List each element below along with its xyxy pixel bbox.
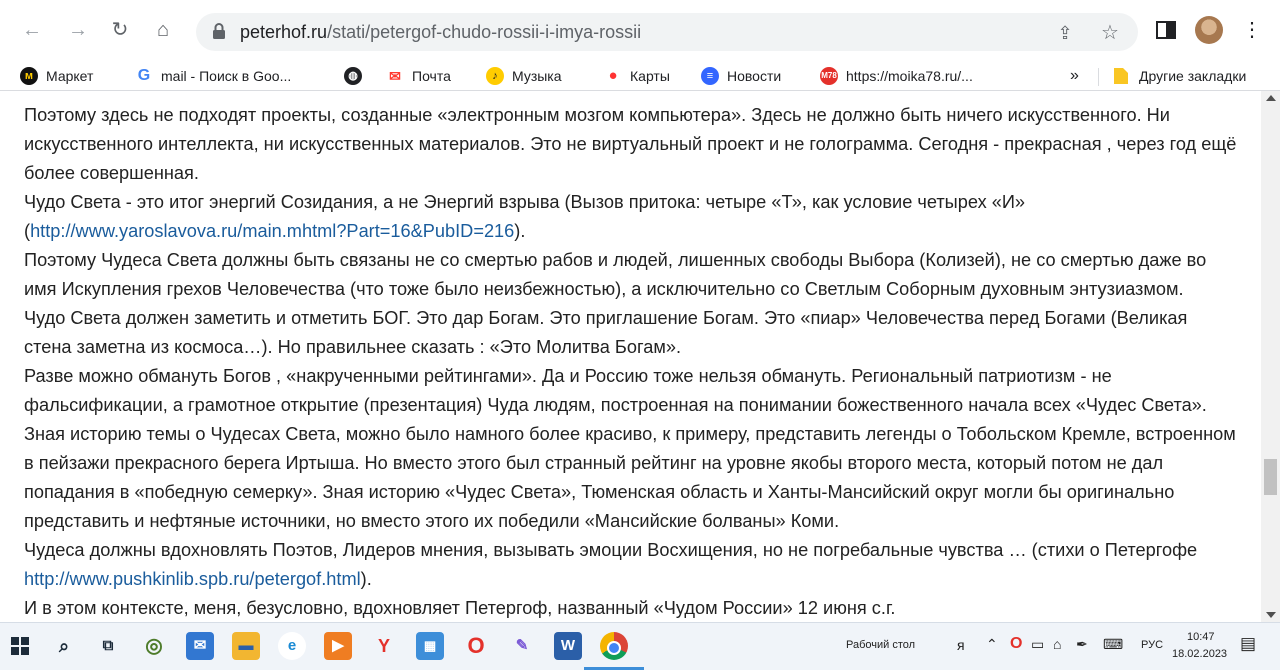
language-indicator[interactable]: РУС [1141, 639, 1163, 651]
yandex-browser-icon[interactable]: Y [370, 632, 398, 660]
file-explorer-icon[interactable]: ▬ [232, 632, 260, 660]
bookmark-maps[interactable]: ● Карты [604, 65, 670, 87]
profile-avatar[interactable] [1195, 16, 1223, 44]
bookmarks-divider [1098, 68, 1099, 86]
bookmark-label: Карты [630, 68, 670, 84]
music-icon: ♪ [486, 67, 504, 85]
people-icon[interactable]: ᴙ [957, 637, 965, 653]
clock-date[interactable]: 18.02.2023 [1172, 648, 1227, 660]
media-app-icon[interactable]: ▶ [324, 632, 352, 660]
map-pin-icon: ● [604, 67, 622, 85]
side-panel-icon[interactable] [1154, 18, 1178, 42]
desktop-toolbar-label[interactable]: Рабочий стол [846, 639, 915, 651]
chrome-icon[interactable] [600, 632, 628, 660]
bookmark-music[interactable]: ♪ Музыка [486, 65, 562, 87]
m78-icon: M78 [820, 67, 838, 85]
news-icon: ≡ [701, 67, 719, 85]
paint-icon[interactable]: ✎ [508, 632, 536, 660]
paragraph: Чудо Света - это итог энергий Созидания,… [24, 188, 1239, 246]
paragraph: И в этом контексте, меня, безусловно, вд… [24, 598, 896, 618]
globe-icon: ◍ [344, 67, 362, 85]
yandex-market-icon: м [20, 67, 38, 85]
lock-icon[interactable] [212, 23, 226, 39]
bookmarks-bar: м Маркет G mail - Поиск в Goo... ◍ ✉ Поч… [0, 62, 1280, 91]
bookmark-label: Маркет [46, 68, 94, 84]
bookmark-market[interactable]: м Маркет [20, 65, 93, 87]
paragraph: Чудо Света должен заметить и отметить БО… [24, 308, 1188, 357]
app-window-icon[interactable]: ▦ [416, 632, 444, 660]
edge-browser-icon[interactable]: e [278, 632, 306, 660]
keyboard-icon[interactable]: ⌨ [1103, 636, 1123, 653]
other-bookmarks-folder[interactable]: Другие закладки [1113, 65, 1246, 87]
bookmark-google-mail[interactable]: G mail - Поиск в Goo... [135, 65, 291, 87]
folder-icon [1114, 68, 1128, 84]
url-text[interactable]: peterhof.ru/stati/petergof-chudo-rossii-… [240, 22, 641, 43]
network-icon[interactable]: ⌂ [1053, 636, 1061, 652]
bookmark-label: Новости [727, 68, 782, 84]
app-circle-icon[interactable]: ◎ [140, 632, 168, 660]
reload-icon[interactable]: ↻ [108, 18, 132, 42]
bookmark-label: mail - Поиск в Goo... [161, 68, 292, 84]
google-icon: G [135, 67, 153, 85]
bookmark-news[interactable]: ≡ Новости [701, 65, 781, 87]
share-icon[interactable]: ⇪ [1054, 22, 1076, 44]
paragraph-text: ). [514, 221, 526, 241]
bookmark-mail[interactable]: ✉ Почта [386, 65, 451, 87]
paragraph: Поэтому здесь не подходят проекты, созда… [24, 105, 1237, 183]
opera-tray-icon[interactable]: O [1010, 635, 1022, 653]
paragraph: Поэтому Чудеса Света должны быть связаны… [24, 250, 1207, 299]
chevron-up-icon[interactable]: ⌃ [986, 636, 998, 653]
paragraph-text: Чудеса должны вдохновлять Поэтов, Лидеро… [24, 540, 1198, 560]
word-icon[interactable]: W [554, 632, 582, 660]
mail-app-icon[interactable]: ✉ [186, 632, 214, 660]
opera-icon[interactable]: O [462, 632, 490, 660]
bookmark-label: https://moika78.ru/... [846, 68, 973, 84]
windows-taskbar: ⌕ ⧉ ◎ ✉ ▬ e ▶ Y ▦ O ✎ W Рабочий стол ᴙ ⌃… [0, 622, 1280, 670]
bookmarks-overflow-button[interactable]: » [1070, 65, 1079, 87]
paragraph-text: ). [360, 569, 372, 589]
page-content: Поэтому здесь не подходят проекты, созда… [0, 91, 1261, 622]
clock-time[interactable]: 10:47 [1187, 631, 1215, 643]
bookmark-label: Музыка [512, 68, 562, 84]
yaroslavova-link[interactable]: http://www.yaroslavova.ru/main.mhtml?Par… [30, 221, 514, 241]
vertical-scrollbar[interactable] [1261, 91, 1280, 622]
battery-icon[interactable]: ▭ [1031, 636, 1044, 653]
scroll-down-icon[interactable] [1266, 612, 1276, 618]
paragraph: Чудеса должны вдохновлять Поэтов, Лидеро… [24, 536, 1239, 594]
forward-arrow-icon[interactable]: → [66, 18, 90, 42]
notifications-icon[interactable]: ▤ [1240, 634, 1256, 654]
pushkinlib-link[interactable]: http://www.pushkinlib.spb.ru/petergof.ht… [24, 569, 361, 589]
search-icon[interactable]: ⌕ [50, 632, 78, 660]
bookmark-label: Почта [412, 68, 451, 84]
scroll-up-icon[interactable] [1266, 95, 1276, 101]
scrollbar-thumb[interactable] [1264, 459, 1277, 495]
address-bar[interactable]: peterhof.ru/stati/petergof-chudo-rossii-… [196, 13, 1138, 51]
mail-icon: ✉ [386, 67, 404, 85]
other-bookmarks-label: Другие закладки [1139, 68, 1247, 84]
article-body: Поэтому здесь не подходят проекты, созда… [24, 101, 1239, 622]
kebab-menu-icon[interactable]: ⋮ [1240, 18, 1264, 42]
bookmark-moika78[interactable]: M78 https://moika78.ru/... [820, 65, 973, 87]
back-arrow-icon[interactable]: ← [20, 18, 44, 42]
paragraph: Разве можно обмануть Богов , «накрученны… [24, 366, 1236, 531]
windows-start-icon[interactable] [11, 637, 29, 655]
browser-toolbar: ← → ↻ ⌂ peterhof.ru/stati/petergof-chudo… [0, 0, 1280, 62]
star-icon[interactable]: ☆ [1099, 22, 1121, 44]
bookmark-globe[interactable]: ◍ [344, 65, 370, 87]
task-view-icon[interactable]: ⧉ [94, 632, 122, 660]
home-icon[interactable]: ⌂ [151, 18, 175, 42]
pen-icon[interactable]: ✒ [1076, 636, 1088, 653]
